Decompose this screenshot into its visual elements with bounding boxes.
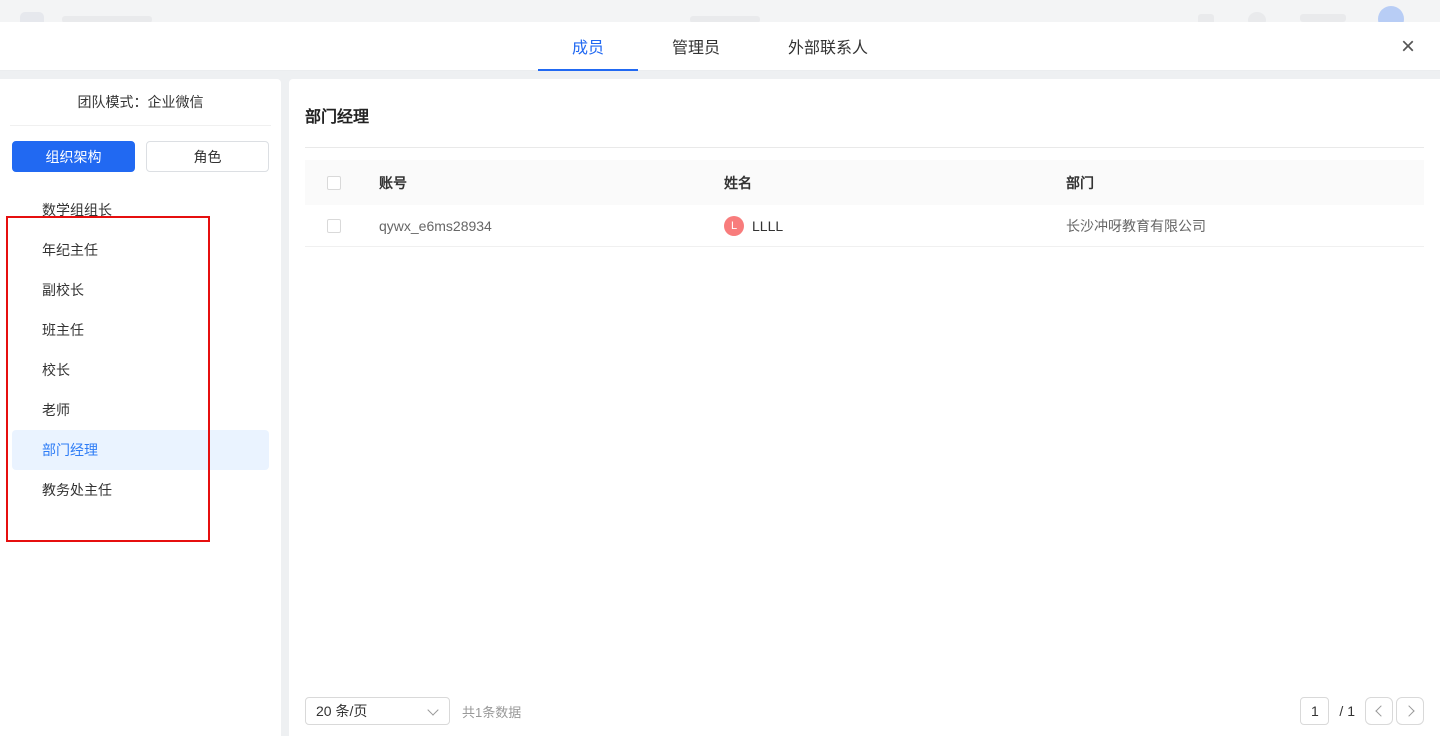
chevron-right-icon (1403, 705, 1414, 716)
total-count-label: 共1条数据 (462, 702, 521, 721)
row-checkbox[interactable] (327, 219, 341, 233)
role-item-class-teacher[interactable]: 班主任 (12, 310, 269, 350)
cell-account: qywx_e6ms28934 (379, 218, 724, 234)
background-logo (20, 12, 44, 22)
member-management-modal: 成员 管理员 外部联系人 × 团队模式：企业微信 组织架构 角色 数学组组长 年… (0, 22, 1440, 736)
table-row: qywx_e6ms28934 L LLLL 长沙冲呀教育有限公司 (305, 205, 1424, 247)
cell-department: 长沙冲呀教育有限公司 (1066, 216, 1424, 236)
modal-tabbar: 成员 管理员 外部联系人 × (0, 22, 1440, 71)
role-item-vice-principal[interactable]: 副校长 (12, 270, 269, 310)
tab-admins[interactable]: 管理员 (638, 22, 754, 70)
org-structure-button[interactable]: 组织架构 (12, 141, 135, 172)
role-list: 数学组组长 年纪主任 副校长 班主任 校长 老师 部门经理 教务处主任 (0, 186, 281, 510)
header-account: 账号 (379, 173, 724, 193)
page-title: 部门经理 (305, 79, 1424, 147)
background-topbar (0, 0, 1440, 22)
background-avatar (1378, 6, 1404, 22)
role-item-principal[interactable]: 校长 (12, 350, 269, 390)
tab-external-contacts[interactable]: 外部联系人 (754, 22, 902, 70)
title-divider (305, 147, 1424, 148)
table-header-row: 账号 姓名 部门 (305, 160, 1424, 205)
background-icon (1300, 14, 1346, 22)
avatar: L (724, 216, 744, 236)
prev-page-button[interactable] (1365, 697, 1393, 725)
page-number-input[interactable]: 1 (1300, 697, 1329, 725)
header-name: 姓名 (724, 173, 1066, 193)
background-icon (1248, 12, 1266, 22)
next-page-button[interactable] (1396, 697, 1424, 725)
pagination-bar: 20 条/页 共1条数据 1 / 1 (305, 697, 1424, 725)
team-mode-label: 团队模式：企业微信 (0, 79, 281, 125)
role-item-academic-affairs-director[interactable]: 教务处主任 (12, 470, 269, 510)
tab-members[interactable]: 成员 (538, 22, 638, 70)
total-pages-label: / 1 (1339, 703, 1355, 719)
close-icon[interactable]: × (1394, 34, 1422, 62)
sidebar: 团队模式：企业微信 组织架构 角色 数学组组长 年纪主任 副校长 班主任 校长 … (0, 79, 281, 736)
main-panel: 部门经理 账号 姓名 部门 qywx_e6ms28934 L LLLL 长沙冲呀 (289, 79, 1440, 736)
name-text: LLLL (752, 218, 783, 234)
select-all-checkbox[interactable] (327, 176, 341, 190)
role-item-math-group-leader[interactable]: 数学组组长 (12, 190, 269, 230)
page-size-select[interactable]: 20 条/页 (305, 697, 450, 725)
page-size-value: 20 条/页 (316, 701, 367, 721)
chevron-down-icon (427, 704, 438, 715)
sidebar-segmented-control: 组织架构 角色 (0, 126, 281, 186)
role-item-department-manager[interactable]: 部门经理 (12, 430, 269, 470)
header-department: 部门 (1066, 173, 1424, 193)
role-item-grade-director[interactable]: 年纪主任 (12, 230, 269, 270)
chevron-left-icon (1375, 705, 1386, 716)
cell-name: L LLLL (724, 216, 1066, 236)
members-table: 账号 姓名 部门 qywx_e6ms28934 L LLLL 长沙冲呀教育有限公… (305, 160, 1424, 247)
background-icon (1198, 14, 1214, 22)
role-button[interactable]: 角色 (146, 141, 269, 172)
role-item-teacher[interactable]: 老师 (12, 390, 269, 430)
